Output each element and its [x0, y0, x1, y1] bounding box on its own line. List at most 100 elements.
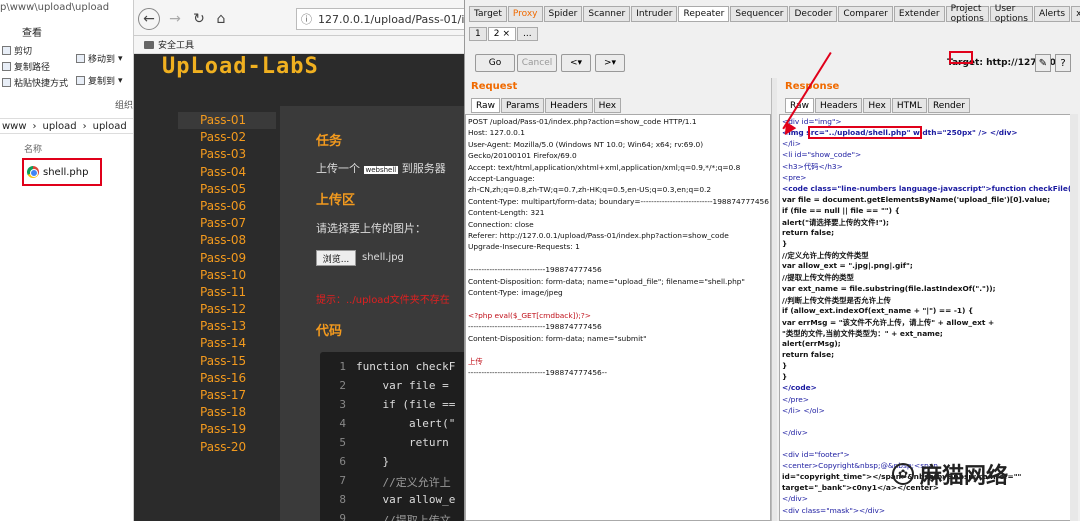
- pencil-icon: ✎: [1038, 57, 1048, 69]
- copy-to-button[interactable]: 复制到 ▾: [76, 74, 123, 87]
- line-number: 2: [339, 379, 346, 392]
- code-line: 5 return: [320, 436, 448, 449]
- edit-target-button[interactable]: ✎: [1035, 54, 1051, 72]
- tab-sequencer[interactable]: Sequencer: [730, 6, 789, 22]
- pass-item[interactable]: Pass-18: [178, 404, 276, 421]
- response-line: <div class="mask"></div>: [782, 505, 886, 515]
- response-view-headers[interactable]: Headers: [814, 98, 863, 113]
- back-button[interactable]: ←: [138, 8, 160, 30]
- request-line: Content-Disposition: form-data; name="up…: [468, 276, 745, 286]
- code-line: 4 alert(": [320, 417, 455, 430]
- forward-button[interactable]: →: [164, 8, 186, 30]
- cancel-button[interactable]: Cancel: [517, 54, 557, 72]
- tab-extender[interactable]: Extender: [893, 6, 945, 22]
- tab-repeater[interactable]: Repeater: [678, 6, 730, 22]
- request-editor[interactable]: POST /upload/Pass-01/index.php?action=sh…: [465, 114, 771, 521]
- pass-item[interactable]: Pass-02: [178, 129, 276, 146]
- line-number: 7: [339, 474, 346, 487]
- tab-xssvalidator[interactable]: xssValidator: [1071, 6, 1080, 22]
- request-line: -----------------------------19887477745…: [468, 367, 608, 377]
- tab-spider[interactable]: Spider: [543, 6, 583, 22]
- pass-item[interactable]: Pass-19: [178, 421, 276, 438]
- response-view-render[interactable]: Render: [927, 98, 970, 113]
- pane-divider[interactable]: [771, 78, 777, 521]
- tab-scanner[interactable]: Scanner: [583, 6, 631, 22]
- pass-item[interactable]: Pass-15: [178, 353, 276, 370]
- pass-item[interactable]: Pass-01: [178, 112, 276, 130]
- request-line: -----------------------------19887477745…: [468, 265, 602, 275]
- response-line: }: [782, 361, 788, 371]
- pass-item[interactable]: Pass-05: [178, 181, 276, 198]
- tab-intruder[interactable]: Intruder: [631, 6, 678, 22]
- menu-view[interactable]: 查看: [22, 24, 42, 39]
- url-bar[interactable]: ⓘ 127.0.0.1/upload/Pass-01/in: [296, 8, 464, 30]
- pass-item[interactable]: Pass-13: [178, 318, 276, 335]
- webshell-badge: webshell: [363, 166, 399, 174]
- tab-decoder[interactable]: Decoder: [789, 6, 838, 22]
- reload-button[interactable]: ↻: [188, 8, 210, 30]
- arrow-left-icon: ←: [143, 11, 155, 27]
- request-view-raw[interactable]: Raw: [471, 98, 500, 113]
- address-segment[interactable]: upload: [43, 121, 77, 132]
- tab-target[interactable]: Target: [469, 6, 507, 22]
- code-line: 1 function checkF: [320, 360, 455, 373]
- pass-item[interactable]: Pass-03: [178, 146, 276, 163]
- tab-alerts[interactable]: Alerts: [1033, 6, 1071, 22]
- pass-item[interactable]: Pass-06: [178, 198, 276, 215]
- request-view-hex[interactable]: Hex: [593, 98, 622, 113]
- pass-item[interactable]: Pass-11: [178, 284, 276, 301]
- tab-user-options[interactable]: User options: [989, 4, 1033, 24]
- tab-proxy[interactable]: Proxy: [507, 6, 543, 22]
- move-to-button[interactable]: 移动到 ▾: [76, 52, 123, 65]
- chosen-file-name: shell.jpg: [362, 252, 404, 263]
- cut-button[interactable]: 剪切: [2, 44, 32, 57]
- copy-path-icon: [2, 62, 11, 71]
- home-button[interactable]: ⌂: [210, 8, 232, 30]
- repeater-tab-2[interactable]: 2 ×: [487, 27, 517, 41]
- go-button[interactable]: Go: [475, 54, 515, 72]
- bookmark-security-tools[interactable]: 安全工具: [158, 38, 194, 51]
- request-view-params[interactable]: Params: [500, 98, 545, 113]
- response-line: "类型的文件,当前文件类型为：" + ext_name;: [782, 328, 943, 338]
- line-number: 4: [339, 417, 346, 430]
- copy-path-button[interactable]: 复制路径: [2, 60, 50, 73]
- pass-item[interactable]: Pass-08: [178, 232, 276, 249]
- repeater-tab-1[interactable]: 1: [469, 27, 487, 41]
- column-header-name[interactable]: 名称: [24, 142, 42, 155]
- response-line: //定义允许上传的文件类型: [782, 251, 869, 261]
- line-number: 5: [339, 436, 346, 449]
- response-view-html[interactable]: HTML: [891, 98, 927, 113]
- pass-item[interactable]: Pass-07: [178, 215, 276, 232]
- response-line: <h3>代码</h3>: [782, 162, 843, 172]
- help-button[interactable]: ?: [1055, 54, 1071, 72]
- repeater-tab-new[interactable]: ...: [517, 27, 538, 41]
- code-block: 1 function checkF 2 var file = 3 if (file =…: [320, 352, 464, 521]
- address-segment[interactable]: upload: [93, 121, 127, 132]
- browse-button[interactable]: 浏览...: [316, 250, 356, 266]
- pass-item[interactable]: Pass-17: [178, 387, 276, 404]
- pass-item[interactable]: Pass-14: [178, 335, 276, 352]
- request-line: POST /upload/Pass-01/index.php?action=sh…: [468, 117, 697, 126]
- pass-item[interactable]: Pass-12: [178, 301, 276, 318]
- pass-item[interactable]: Pass-10: [178, 267, 276, 284]
- tab-project-options[interactable]: Project options: [945, 4, 989, 24]
- response-line: <code class="line-numbers language-javas…: [782, 183, 1071, 193]
- pass-item[interactable]: Pass-16: [178, 370, 276, 387]
- prev-button[interactable]: < ▾: [561, 54, 591, 72]
- request-line: zh-CN,zh;q=0.8,zh-TW;q=0.7,zh-HK;q=0.5,e…: [468, 185, 712, 195]
- next-button[interactable]: > ▾: [595, 54, 625, 72]
- pass-item[interactable]: Pass-20: [178, 439, 276, 456]
- close-icon[interactable]: ×: [502, 29, 510, 39]
- response-scrollbar[interactable]: [1070, 114, 1078, 521]
- response-view-hex[interactable]: Hex: [863, 98, 891, 113]
- paste-shortcut-button[interactable]: 粘贴快捷方式: [2, 76, 68, 89]
- file-item-shell-php[interactable]: shell.php: [22, 158, 102, 186]
- pass-item[interactable]: Pass-09: [178, 250, 276, 267]
- address-bar[interactable]: www › upload › upload: [0, 118, 133, 134]
- tab-comparer[interactable]: Comparer: [838, 6, 893, 22]
- address-segment[interactable]: www: [2, 121, 27, 132]
- site-logo[interactable]: UpLoad-LabS: [162, 54, 319, 79]
- request-view-tabs: Raw Params Headers Hex: [471, 98, 622, 113]
- pass-item[interactable]: Pass-04: [178, 164, 276, 181]
- request-view-headers[interactable]: Headers: [545, 98, 593, 113]
